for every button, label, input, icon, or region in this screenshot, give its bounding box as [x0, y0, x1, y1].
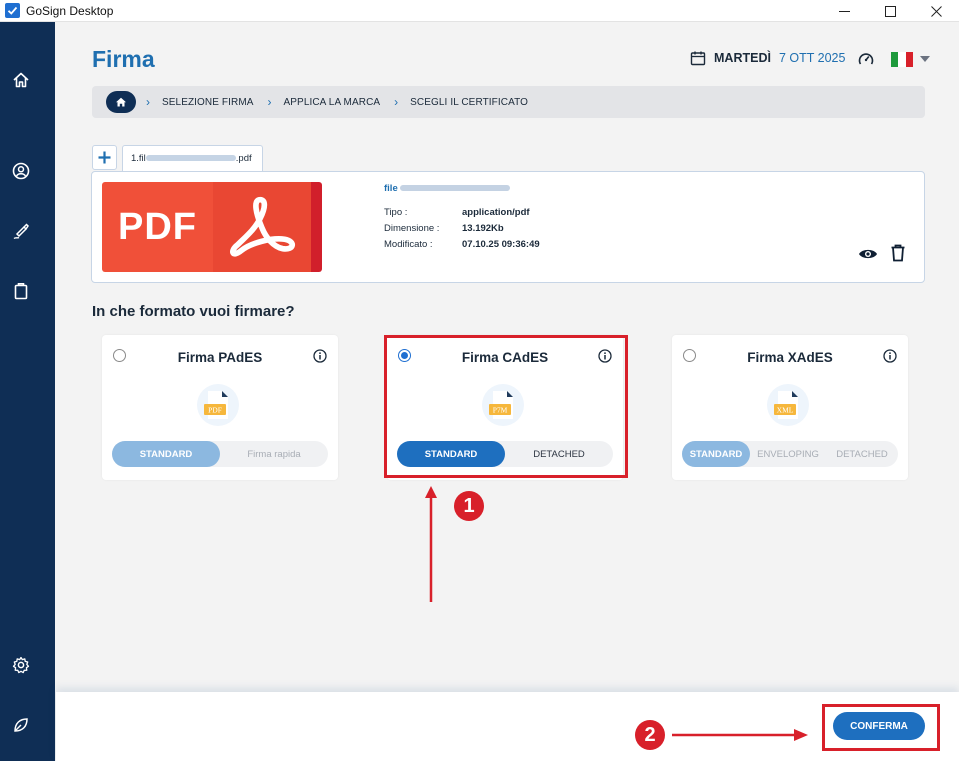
option-standard[interactable]: STANDARD [112, 441, 220, 467]
annotation-arrow-up [425, 486, 437, 602]
step-badge-1: 1 [454, 491, 484, 521]
pdf-file-icon: PDF [196, 383, 240, 427]
file-type-value: application/pdf [462, 207, 530, 218]
info-icon[interactable] [313, 349, 327, 363]
add-file-button[interactable] [92, 145, 117, 170]
trash-icon[interactable] [890, 244, 906, 262]
close-button[interactable] [913, 0, 959, 22]
annotation-arrow-right [672, 729, 808, 741]
redacted-filename [145, 155, 236, 162]
format-card-xades[interactable]: Firma XAdES XML STANDARD ENVELOPING DETA… [672, 335, 908, 480]
file-modified-row: Modificato : 07.10.25 09:36:49 [384, 239, 540, 250]
language-flag-italy-icon[interactable] [891, 52, 913, 67]
user-profile-icon[interactable] [11, 161, 31, 181]
file-type-label: Tipo : [384, 207, 408, 218]
file-tab[interactable]: 1.fil .pdf [122, 145, 263, 171]
minimize-button[interactable] [821, 0, 867, 22]
pdf-thumbnail-text: PDF [118, 205, 197, 248]
acrobat-logo-icon [213, 182, 311, 272]
pdf-thumbnail: PDF [102, 182, 322, 272]
option-standard[interactable]: STANDARD [682, 441, 750, 467]
highlight-box-cades [384, 335, 628, 478]
highlight-box-confirm [822, 704, 940, 751]
breadcrumb-home-button[interactable] [106, 91, 136, 113]
file-size-label: Dimensione : [384, 223, 440, 234]
sidebar [0, 22, 55, 761]
gosign-app-icon [5, 3, 20, 18]
language-dropdown-caret-icon[interactable] [920, 56, 930, 62]
format-title: Firma PAdES [177, 350, 263, 365]
redacted-filename [400, 185, 511, 192]
maximize-button[interactable] [867, 0, 913, 22]
option-detached[interactable]: DETACHED [826, 441, 898, 467]
file-tab-label-suffix: .pdf [235, 153, 252, 164]
main-content: Firma MARTEDÌ 7 OTT 2025 › SELEZIONE FIR… [56, 22, 959, 692]
format-title: Firma XAdES [747, 350, 833, 365]
xades-mode-toggle: STANDARD ENVELOPING DETACHED [682, 441, 898, 467]
eye-icon[interactable] [858, 246, 878, 262]
file-modified-label: Modificato : [384, 239, 433, 250]
page-title: Firma [92, 46, 155, 72]
file-type-row: Tipo : application/pdf [384, 207, 530, 218]
file-name-prefix: file [384, 183, 398, 194]
chevron-right-icon: › [267, 95, 272, 109]
plus-icon [98, 151, 111, 164]
footer-bar: CONFERMA 2 [56, 692, 959, 761]
format-card-pades[interactable]: Firma PAdES PDF STANDARD Firma rapida [102, 335, 338, 480]
breadcrumb: › SELEZIONE FIRMA › APPLICA LA MARCA › S… [92, 86, 925, 118]
step-badge-2: 2 [635, 720, 665, 750]
option-enveloping[interactable]: ENVELOPING [750, 441, 826, 467]
format-question: In che formato vuoi firmare? [92, 303, 295, 320]
breadcrumb-item-applica-marca[interactable]: APPLICA LA MARCA [284, 97, 381, 108]
home-icon [116, 97, 126, 107]
info-icon[interactable] [883, 349, 897, 363]
chevron-right-icon: › [146, 95, 150, 109]
file-details-card: PDF file Tipo : application/pdf Dimension… [91, 171, 925, 283]
calendar-icon [690, 50, 706, 66]
window-titlebar: GoSign Desktop [0, 0, 959, 22]
breadcrumb-item-selezione-firma[interactable]: SELEZIONE FIRMA [162, 97, 254, 108]
file-size-value: 13.192Kb [462, 223, 504, 234]
file-tab-label-prefix: 1.fil [131, 153, 146, 164]
home-icon[interactable] [11, 70, 31, 90]
file-modified-value: 07.10.25 09:36:49 [462, 239, 540, 250]
leaf-icon[interactable] [11, 715, 31, 735]
date-value: 7 OTT 2025 [778, 51, 846, 65]
chevron-right-icon: › [394, 95, 399, 109]
settings-gear-icon[interactable] [11, 655, 31, 675]
pades-mode-toggle: STANDARD Firma rapida [112, 441, 328, 467]
clipboard-icon[interactable] [11, 281, 31, 301]
speedometer-icon[interactable] [857, 50, 875, 68]
window-title: GoSign Desktop [26, 4, 114, 18]
format-ext-label: PDF [208, 406, 222, 415]
format-ext-label: XML [777, 406, 794, 415]
sign-pen-icon[interactable] [11, 221, 31, 241]
file-name: file [384, 183, 511, 194]
header-date: MARTEDÌ 7 OTT 2025 [690, 50, 845, 66]
file-size-row: Dimensione : 13.192Kb [384, 223, 504, 234]
option-firma-rapida[interactable]: Firma rapida [220, 441, 328, 467]
breadcrumb-item-scegli-certificato[interactable]: SCEGLI IL CERTIFICATO [410, 97, 528, 108]
xml-file-icon: XML [766, 383, 810, 427]
date-day: MARTEDÌ [714, 51, 771, 65]
